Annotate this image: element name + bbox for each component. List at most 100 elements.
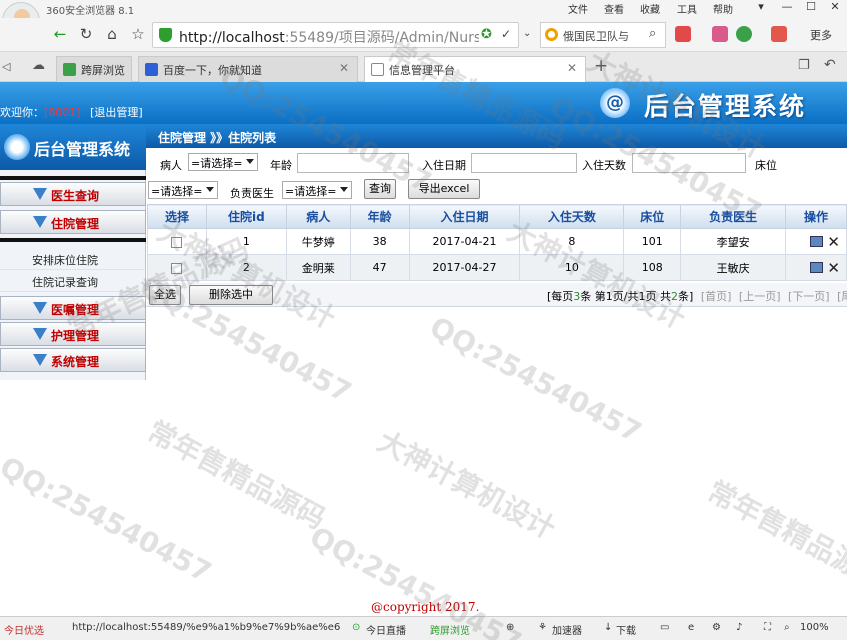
more-button[interactable]: 更多 (810, 27, 832, 43)
select-all-button[interactable]: 全选 (149, 285, 181, 305)
search-icon[interactable]: ⌕ (649, 26, 656, 41)
skin-icon[interactable]: ▾ (750, 0, 772, 16)
first-page-link[interactable]: [首页] (701, 290, 732, 303)
table-footer: 全选 删除选中 [每页3条 第1页/共1页 共2条] [首页] [上一页] [下… (147, 283, 847, 307)
search-box[interactable]: 俄国民卫队与 ⌕ (540, 22, 666, 48)
next-page-link[interactable]: [下一页] (788, 290, 830, 303)
age-input[interactable] (297, 153, 409, 173)
ie-icon[interactable]: e (688, 622, 694, 633)
search-button[interactable]: 查询 (364, 179, 396, 199)
delete-icon[interactable]: ✕ (827, 259, 840, 277)
reload-icon[interactable]: ↻ (76, 24, 96, 44)
accelerator-link[interactable]: 加速器 (552, 622, 582, 637)
cell-id: 1 (205, 228, 287, 255)
menu-tools[interactable]: 工具 (677, 1, 697, 16)
url-history-chevron-icon[interactable]: ⌄ (523, 28, 531, 39)
tab-list-icon[interactable]: ❐ (798, 58, 810, 73)
url-dropdown-icon[interactable]: ✓ (501, 27, 511, 41)
maximize-icon[interactable]: ☐ (800, 0, 822, 16)
close-tab-icon[interactable]: ✕ (567, 61, 577, 75)
edit-icon[interactable] (810, 236, 824, 247)
prev-page-link[interactable]: [上一页] (739, 290, 781, 303)
row-checkbox[interactable] (171, 236, 183, 248)
refresh-green-icon[interactable]: ✪ (481, 27, 492, 42)
menu-file[interactable]: 文件 (568, 1, 588, 16)
copyright: @copyright 2017. (371, 600, 480, 614)
extension-translate-icon[interactable] (771, 26, 787, 42)
col-doctor: 负责医生 (680, 204, 786, 229)
url-bar[interactable]: http://localhost:55489/项目源码/Admin/Nurse … (152, 22, 519, 48)
sidebar-title: 后台管理系统 (34, 140, 131, 159)
delete-selected-button[interactable]: 删除选中 (189, 285, 273, 305)
tab-bar: ◁ ☁ 跨屏浏览 百度一下，你就知道 ✕ 信息管理平台 ✕ + ❐ ↶ (0, 52, 847, 82)
sidebar-header: 后台管理系统 (0, 124, 146, 170)
url-text[interactable]: http://localhost:55489/项目源码/Admin/Nurse (179, 27, 479, 47)
sidebar-item-system[interactable]: 系统管理 (0, 348, 146, 372)
menu-help[interactable]: 帮助 (713, 1, 733, 16)
download-link[interactable]: 下载 (616, 622, 636, 637)
sidebar-item-inpatient[interactable]: 住院管理 (0, 210, 146, 234)
new-tab-icon[interactable]: + (594, 56, 608, 76)
cell-id: 2 (205, 254, 287, 281)
sidebar-toggle-icon[interactable]: ◁ (2, 60, 10, 73)
minimize-icon[interactable]: — (776, 0, 798, 16)
page-icon (371, 63, 384, 76)
baidu-paw-icon (145, 63, 158, 76)
welcome-label: 欢迎你： (0, 106, 44, 119)
fullscreen-icon[interactable]: ⛶ (764, 622, 771, 633)
patient-select[interactable]: =请选择= (188, 153, 258, 171)
browser-statusbar: 今日优选 http://localhost:55489/%e9%a1%b9%e7… (0, 616, 847, 640)
system-logo-icon: @ (600, 88, 630, 118)
extension-shield-icon[interactable] (736, 26, 752, 42)
col-date: 入住日期 (408, 204, 521, 229)
tab-cross-screen[interactable]: 跨屏浏览 (56, 56, 132, 82)
delete-icon[interactable]: ✕ (827, 233, 840, 251)
cross-screen-link[interactable]: 跨屏浏览 (430, 622, 470, 637)
edit-icon[interactable] (810, 262, 824, 273)
last-page-link[interactable]: [尾页 (837, 290, 847, 303)
cell-actions: ✕ (785, 228, 847, 255)
cell-patient: 金明莱 (285, 254, 351, 281)
watermark-shop: 常年售精品源码 (702, 474, 847, 596)
patient-label: 病人 (160, 159, 182, 172)
sidebar-subitem-records[interactable]: 住院记录查询 (0, 270, 146, 292)
menu-diamond-icon (33, 188, 47, 200)
date-label: 入住日期 (422, 159, 466, 172)
today-picks-link[interactable]: 今日优选 (4, 622, 44, 637)
tab-baidu[interactable]: 百度一下，你就知道 ✕ (138, 56, 358, 82)
doctor-select[interactable]: =请选择= (282, 181, 352, 199)
zoom-level[interactable]: 100% (800, 622, 829, 633)
sidebar-item-nursing[interactable]: 护理管理 (0, 322, 146, 346)
screenshot-icon[interactable]: ▭ (660, 622, 669, 633)
menu-favorites[interactable]: 收藏 (640, 1, 660, 16)
row-checkbox[interactable] (171, 262, 183, 274)
tab-info-platform[interactable]: 信息管理平台 ✕ (364, 56, 586, 82)
days-input[interactable] (632, 153, 746, 173)
sound-icon[interactable]: ♪ (736, 622, 742, 633)
cloud-icon[interactable]: ☁ (32, 58, 45, 73)
logout-link[interactable]: [退出管理] (90, 106, 143, 119)
home-icon[interactable]: ⌂ (102, 24, 122, 44)
undo-close-icon[interactable]: ↶ (824, 57, 836, 73)
browser-titlebar: 360安全浏览器 8.1 文件 查看 收藏 工具 帮助 ▾ — ☐ ✕ (0, 0, 847, 18)
sidebar-item-orders[interactable]: 医嘱管理 (0, 296, 146, 320)
close-tab-icon[interactable]: ✕ (339, 61, 349, 75)
bed-select[interactable]: =请选择= (148, 181, 218, 199)
status-url: http://localhost:55489/%e9%a1%b9%e7%9b%a… (72, 622, 341, 633)
search-input[interactable]: 俄国民卫队与 (563, 28, 645, 44)
export-excel-button[interactable]: 导出excel (408, 179, 480, 199)
sidebar-item-doctor-query[interactable]: 医生查询 (0, 182, 146, 206)
star-icon[interactable]: ☆ (128, 24, 148, 44)
settings-icon[interactable]: ⚙ (712, 622, 721, 633)
extension-mail-icon[interactable] (712, 26, 728, 42)
sidebar-subitem-assign-bed[interactable]: 安排床位住院 (0, 248, 146, 270)
inpatient-table: 选择 住院id 病人 年龄 入住日期 入住天数 床位 负责医生 操作 1 牛梦婷… (147, 204, 847, 281)
date-input[interactable] (471, 153, 577, 173)
close-window-icon[interactable]: ✕ (824, 0, 846, 16)
extension-gift-icon[interactable] (675, 26, 691, 42)
cell-date: 2017-04-27 (408, 254, 521, 281)
back-icon[interactable]: ← (50, 24, 70, 44)
total-records: 2 (671, 290, 679, 303)
menu-view[interactable]: 查看 (604, 1, 624, 16)
today-live-link[interactable]: 今日直播 (366, 622, 406, 637)
